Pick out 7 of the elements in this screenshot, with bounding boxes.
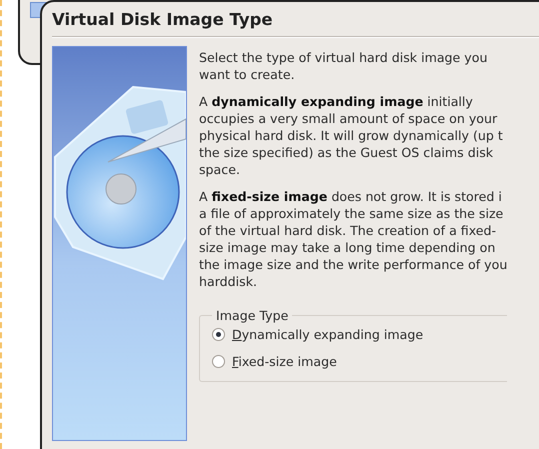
group-label: Image Type: [215, 308, 290, 323]
description-paragraph: A dynamically expanding image initially occupies a very small amount of space on your physical hard disk. It will grow dynamically (up t the size specified) as the Guest OS claims disk space.: [199, 93, 504, 178]
description-paragraph: A fixed-size image does not grow. It is stored i a file of approximately the same size as the size of the virtual hard disk. The creation of a fixed- size image may take a long time depending on the image size and the write performance of you harddisk.: [199, 188, 508, 290]
dialog-title: Virtual Disk Image Type: [51, 9, 274, 31]
radio-option[interactable]: Dynamically expanding image: [212, 327, 508, 342]
radio-option[interactable]: Fixed-size image: [212, 354, 508, 369]
description-paragraph: Select the type of virtual hard disk image you want to create.: [199, 49, 488, 83]
